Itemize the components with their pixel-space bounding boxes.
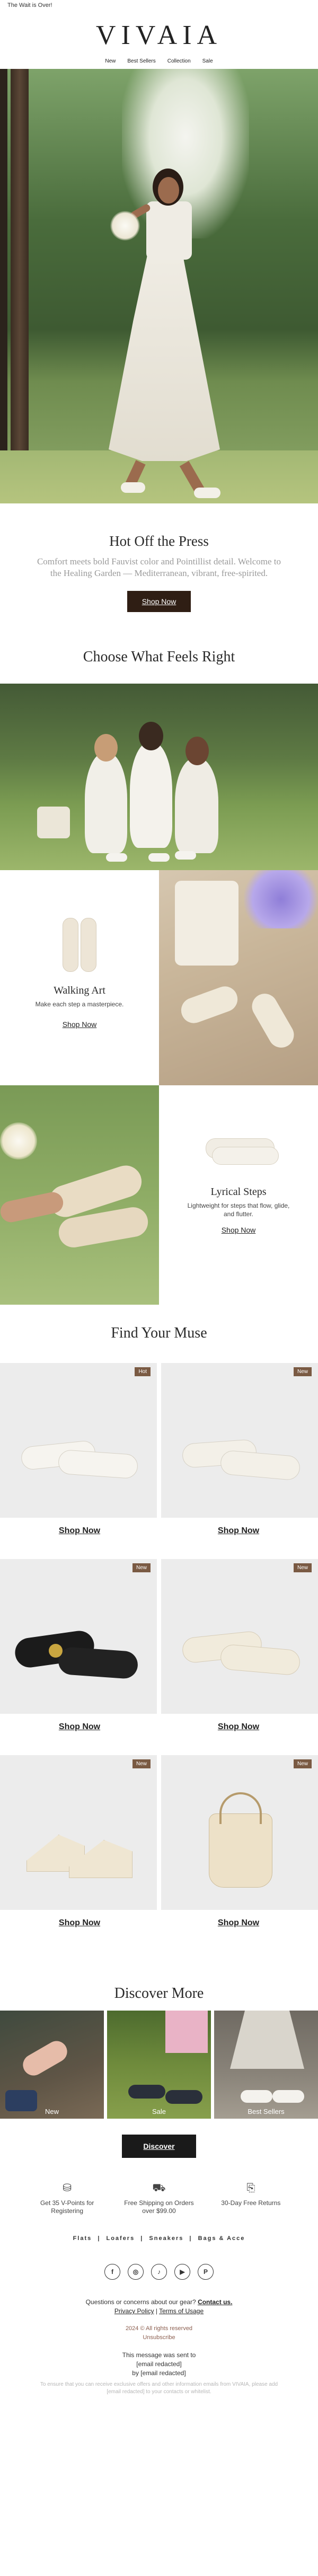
preheader-text: The Wait is Over!: [7, 2, 52, 8]
footer-sent-to: This message was sent to: [122, 2351, 196, 2359]
group-photo[interactable]: [0, 684, 318, 870]
product-shop-now-link[interactable]: Shop Now: [218, 1722, 259, 1732]
product-grid-row-3: New Shop Now New Shop Now: [0, 1755, 318, 1951]
return-box-icon: ⎘: [246, 2182, 255, 2194]
nav-sale[interactable]: Sale: [202, 54, 213, 69]
muse-title: Find Your Muse: [111, 1325, 207, 1341]
product-shop-now-link[interactable]: Shop Now: [59, 1722, 100, 1732]
brand-logo[interactable]: VIVAIA: [0, 17, 318, 54]
nav-collection[interactable]: Collection: [167, 54, 191, 69]
email-page: The Wait is Over! VIVAIA New Best Seller…: [0, 0, 318, 2576]
perk-text: Get 35 V-Points for Registering: [40, 2199, 94, 2215]
perk-returns[interactable]: ⎘ 30-Day Free Returns: [214, 2182, 288, 2228]
instagram-icon[interactable]: ◎: [128, 2264, 144, 2280]
footer-questions: Questions or concerns about our gear?: [85, 2298, 196, 2306]
product-badge: New: [293, 1367, 312, 1376]
perk-free-shipping[interactable]: ⛟ Free Shipping on Orders over $99.00: [122, 2182, 196, 2228]
walking-art-card[interactable]: Walking Art Make each step a masterpiece…: [0, 870, 159, 1085]
discover-tile-label: Best Sellers: [248, 2108, 285, 2115]
footer-sent-email: [email redacted]: [136, 2360, 182, 2368]
tiktok-icon[interactable]: ♪: [151, 2264, 167, 2280]
footer-separator: |: [155, 2307, 157, 2315]
product-card-3[interactable]: New Shop Now: [0, 1559, 159, 1755]
youtube-icon[interactable]: ▶: [174, 2264, 190, 2280]
intro-section: Hot Off the Press Comfort meets bold Fau…: [0, 503, 318, 647]
lyrical-steps-shop-now-link[interactable]: Shop Now: [222, 1226, 256, 1234]
discover-tile-best-sellers[interactable]: Best Sellers: [214, 2011, 318, 2119]
nav-new[interactable]: New: [105, 54, 116, 69]
product-badge: Hot: [135, 1367, 151, 1376]
lyrical-steps-subtitle: Lightweight for steps that flow, glide, …: [187, 1202, 290, 1218]
unsubscribe-link[interactable]: Unsubscribe: [143, 2334, 175, 2341]
product-card-2[interactable]: New Shop Now: [159, 1363, 318, 1559]
contact-us-link[interactable]: Contact us.: [198, 2298, 232, 2306]
discover-button[interactable]: Discover: [122, 2135, 196, 2158]
footer-fine-print: To ensure that you can receive exclusive…: [40, 2382, 278, 2395]
walking-art-subtitle: Make each step a masterpiece.: [35, 1001, 124, 1008]
footer-sent-by: by [email redacted]: [132, 2369, 186, 2377]
perk-points[interactable]: ⛁ Get 35 V-Points for Registering: [30, 2182, 104, 2228]
perk-text: Free Shipping on Orders over $99.00: [124, 2199, 194, 2215]
lyrical-steps-title: Lyrical Steps: [210, 1186, 267, 1198]
nav-best-sellers[interactable]: Best Sellers: [127, 54, 155, 69]
discover-title: Discover More: [114, 1985, 204, 2002]
category-bags-acce[interactable]: Bags & Acce: [198, 2235, 245, 2242]
walking-art-photo[interactable]: [159, 870, 318, 1085]
product-badge: New: [132, 1563, 151, 1572]
discover-tile-label: Sale: [152, 2108, 166, 2115]
product-shop-now-link[interactable]: Shop Now: [59, 1526, 100, 1536]
facebook-icon[interactable]: f: [104, 2264, 120, 2280]
product-badge: New: [293, 1759, 312, 1768]
discover-tile-label: New: [45, 2108, 59, 2115]
intro-title: Hot Off the Press: [109, 533, 209, 549]
lyrical-steps-card[interactable]: Lyrical Steps Lightweight for steps that…: [159, 1085, 318, 1305]
terms-link[interactable]: Terms of Usage: [159, 2307, 204, 2315]
lyrical-steps-photo[interactable]: [0, 1085, 159, 1305]
footer-copyright: 2024 © All rights reserved: [125, 2325, 193, 2332]
social-icons: f ◎ ♪ ▶ P: [0, 2259, 318, 2294]
product-shop-now-link[interactable]: Shop Now: [218, 1526, 259, 1536]
product-badge: New: [132, 1759, 151, 1768]
discover-tile-new[interactable]: New: [0, 2011, 104, 2119]
product-shop-now-link[interactable]: Shop Now: [59, 1918, 100, 1928]
top-nav: New Best Sellers Collection Sale: [0, 54, 318, 69]
product-card-5[interactable]: New Shop Now: [0, 1755, 159, 1951]
product-grid-row-2: New Shop Now New Shop Now: [0, 1559, 318, 1755]
discover-tile-sale[interactable]: Sale: [107, 2011, 211, 2119]
category-sneakers[interactable]: Sneakers: [149, 2235, 183, 2242]
discover-tiles: New Sale Best Sellers: [0, 2011, 318, 2119]
intro-shop-now-button[interactable]: Shop Now: [127, 591, 191, 612]
footer: Questions or concerns about our gear? Co…: [0, 2294, 318, 2396]
walking-art-shop-now-link[interactable]: Shop Now: [63, 1020, 97, 1029]
category-loafers[interactable]: Loafers: [106, 2235, 135, 2242]
product-badge: New: [293, 1563, 312, 1572]
product-shop-now-link[interactable]: Shop Now: [218, 1918, 259, 1928]
privacy-policy-link[interactable]: Privacy Policy: [114, 2307, 154, 2315]
category-flats[interactable]: Flats: [73, 2235, 92, 2242]
walking-art-title: Walking Art: [54, 985, 105, 996]
choose-title: Choose What Feels Right: [83, 649, 235, 665]
pinterest-icon[interactable]: P: [198, 2264, 214, 2280]
hero-image[interactable]: [0, 69, 318, 503]
category-links: Flats | Loafers | Sneakers | Bags & Acce: [73, 2235, 245, 2242]
truck-icon: ⛟: [152, 2182, 166, 2194]
coins-icon: ⛁: [63, 2182, 72, 2194]
product-card-1[interactable]: Hot Shop Now: [0, 1363, 159, 1559]
perks-row: ⛁ Get 35 V-Points for Registering ⛟ Free…: [0, 2182, 318, 2228]
product-card-6[interactable]: New Shop Now: [159, 1755, 318, 1951]
perk-text: 30-Day Free Returns: [221, 2199, 281, 2207]
product-card-4[interactable]: New Shop Now: [159, 1559, 318, 1755]
intro-body: Comfort meets bold Fauvist color and Poi…: [37, 556, 281, 578]
product-grid-row-1: Hot Shop Now New Shop Now: [0, 1363, 318, 1559]
